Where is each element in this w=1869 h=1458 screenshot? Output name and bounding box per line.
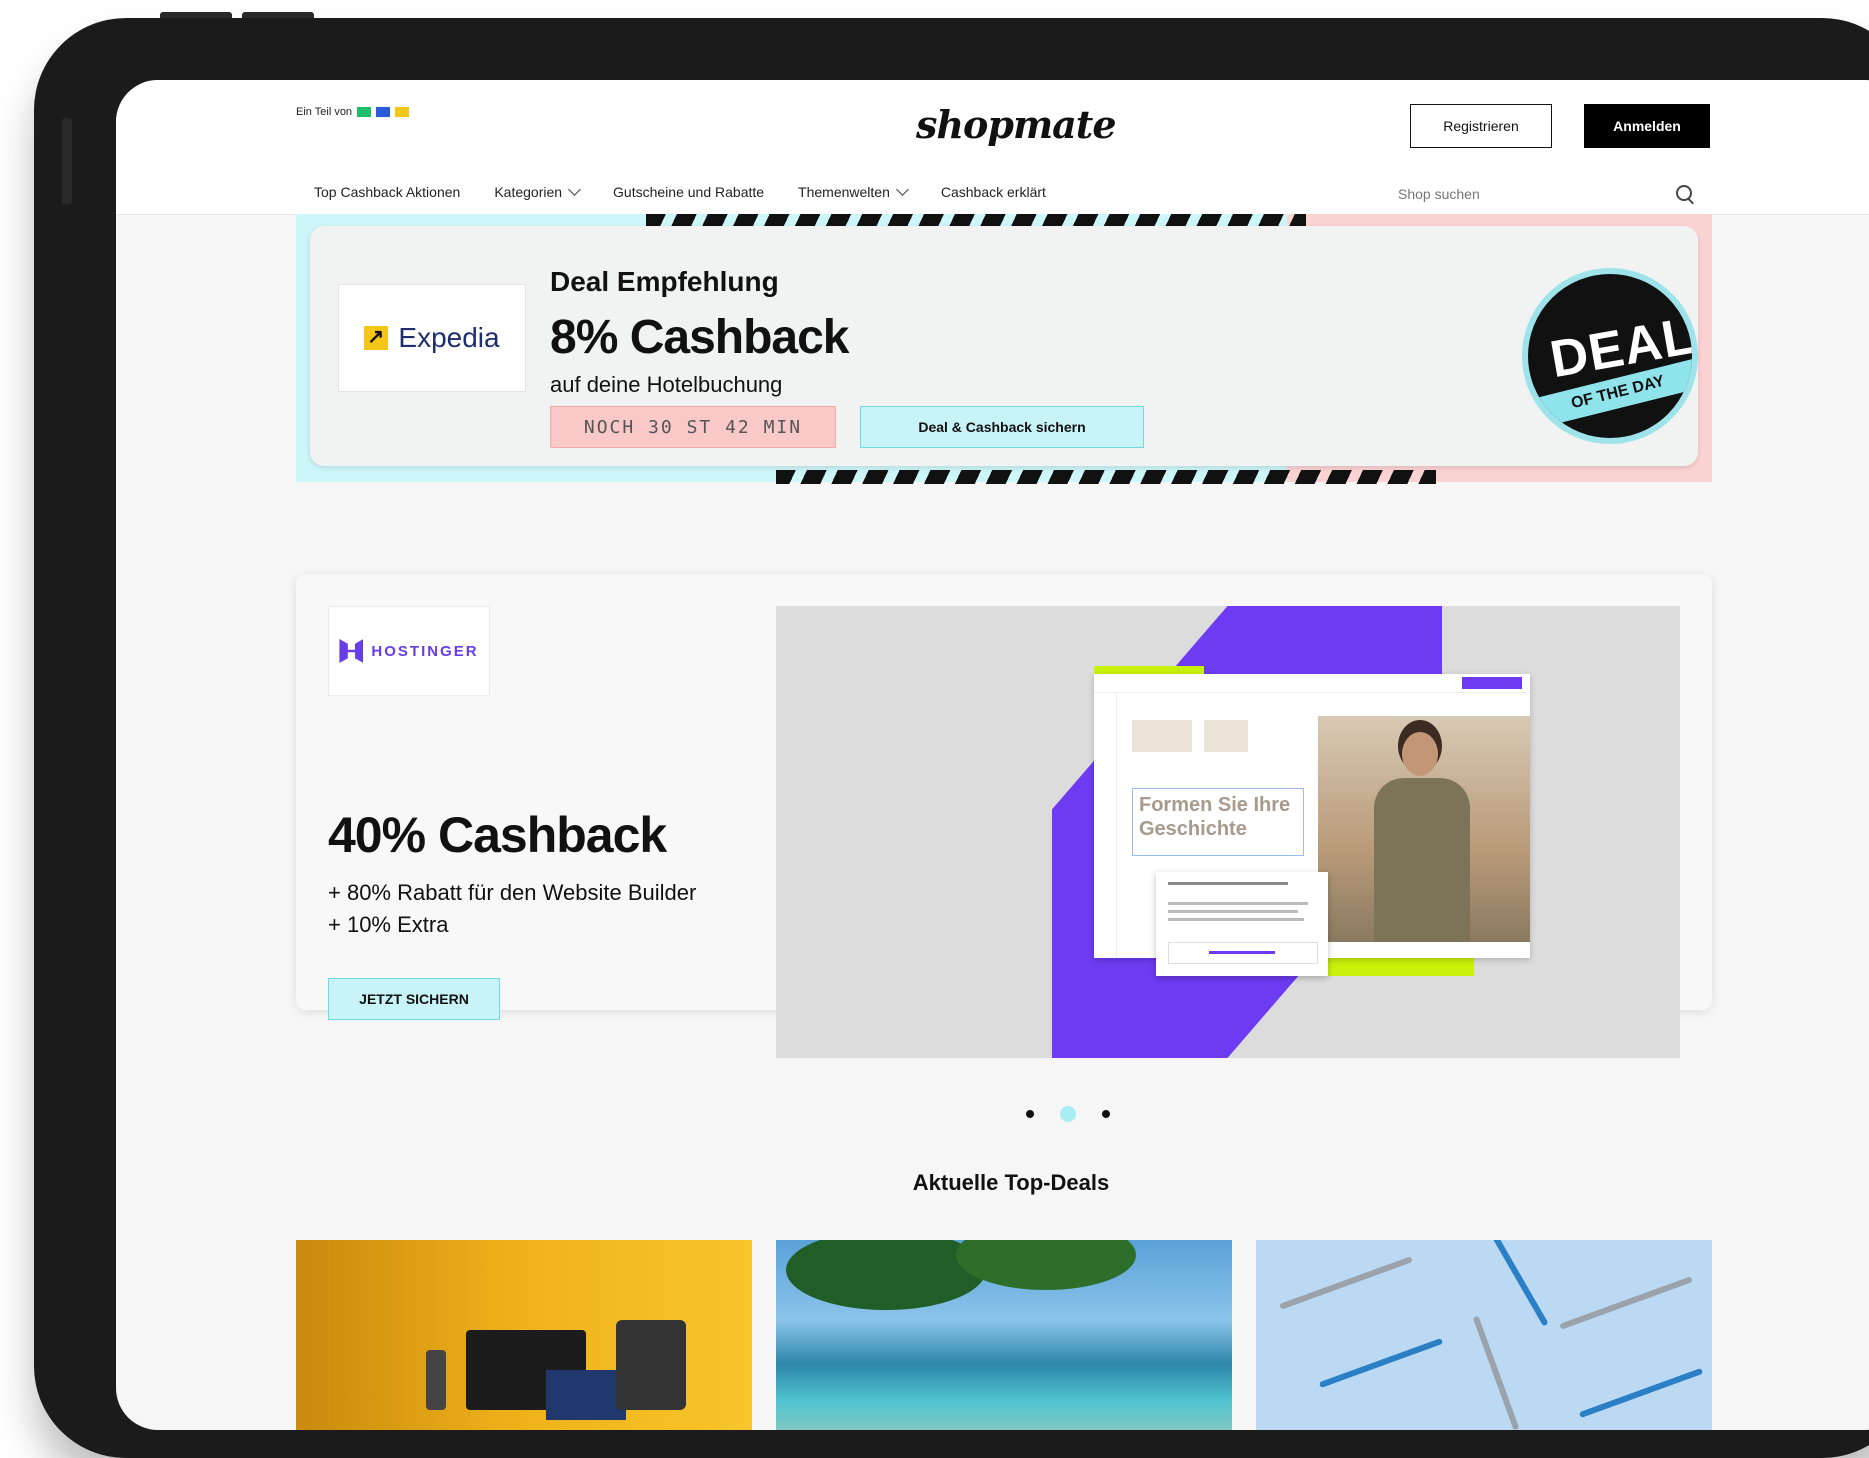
shopmate-logo[interactable]: shopmate <box>916 102 1116 147</box>
person-body <box>1374 778 1470 942</box>
partner-logo-icon <box>357 107 372 117</box>
nav-item-cashback-erklaert[interactable]: Cashback erklärt <box>941 184 1046 200</box>
vacuum-image <box>1279 1256 1413 1310</box>
phone-image <box>426 1350 446 1410</box>
nav-label: Gutscheine und Rabatte <box>613 184 765 200</box>
deal-tile-electronics[interactable] <box>296 1240 752 1430</box>
deal-tile-vacuums[interactable] <box>1256 1240 1712 1430</box>
deal-cashback-button[interactable]: Deal & Cashback sichern <box>860 406 1144 448</box>
chevron-down-icon <box>568 183 581 196</box>
top-deals-grid <box>296 1240 1712 1430</box>
popup-text-line <box>1168 902 1308 905</box>
nav-label: Themenwelten <box>798 184 890 200</box>
mockup-thumbnail <box>1132 720 1192 752</box>
main-nav: Top Cashback Aktionen Kategorien Gutsche… <box>314 183 1046 200</box>
deal-countdown: NOCH 30 ST 42 MIN <box>550 406 836 448</box>
mockup-toolbar <box>1094 674 1530 693</box>
jetzt-sichern-button[interactable]: JETZT SICHERN <box>328 978 500 1020</box>
partner-note: Ein Teil von <box>296 106 410 118</box>
nav-item-gutscheine[interactable]: Gutscheine und Rabatte <box>613 184 764 200</box>
mockup-sidebar <box>1094 692 1117 958</box>
popup-text-line <box>1168 882 1288 885</box>
hostinger-logo[interactable]: HOSTINGER <box>328 606 490 696</box>
hostinger-name: HOSTINGER <box>371 642 479 660</box>
partner-logo-icon <box>376 107 391 117</box>
nav-item-kategorien[interactable]: Kategorien <box>494 183 581 200</box>
hero-slide: HOSTINGER 40% Cashback + 80% Rabatt für … <box>296 574 1712 1058</box>
deal-card: Expedia Deal Empfehlung 8% Cashback auf … <box>310 226 1698 466</box>
slider-dot-active[interactable] <box>1060 1106 1076 1122</box>
side-button <box>62 118 72 204</box>
deal-subtitle: auf deine Hotelbuchung <box>550 372 783 397</box>
decorative-stripe <box>776 470 1436 484</box>
mockup-popup <box>1156 872 1328 976</box>
expedia-arrow-icon <box>364 324 389 350</box>
slider-dot[interactable] <box>1102 1110 1110 1118</box>
site-header: Ein Teil von shopmate Registrieren Anmel… <box>116 80 1869 215</box>
vacuum-image <box>1318 1337 1444 1389</box>
deal-headline: 8% Cashback <box>550 311 849 364</box>
mockup-publish-pill <box>1462 677 1522 689</box>
person-head <box>1402 732 1438 776</box>
nav-item-themenwelten[interactable]: Themenwelten <box>798 183 909 200</box>
nav-label: Kategorien <box>494 184 563 200</box>
vacuum-image <box>1578 1367 1704 1419</box>
vacuum-image <box>1483 1240 1549 1327</box>
hero-benefit: + 80% Rabatt für den Website Builder <box>328 880 697 905</box>
nav-item-top-cashback[interactable]: Top Cashback Aktionen <box>314 184 460 200</box>
hero-benefit: + 10% Extra <box>328 912 449 937</box>
mockup-photo <box>1318 716 1530 942</box>
top-deals-heading: Aktuelle Top-Deals <box>912 1170 1110 1195</box>
mockup-thumbnail <box>1204 720 1248 752</box>
slider-dot[interactable] <box>1026 1110 1034 1118</box>
popup-text-line <box>1168 910 1298 913</box>
deal-tile-travel[interactable] <box>776 1240 1232 1430</box>
partner-logo-icon <box>395 107 410 117</box>
popup-text-line <box>1168 918 1304 921</box>
search-input[interactable] <box>1396 185 1620 203</box>
deal-of-the-day-badge: DEAL OF THE DAY <box>1522 268 1698 444</box>
register-button[interactable]: Registrieren <box>1410 104 1552 148</box>
nav-label: Top Cashback Aktionen <box>314 184 461 200</box>
shop-search <box>1396 182 1696 206</box>
hostinger-h-icon <box>339 639 364 663</box>
tablet-image <box>616 1320 686 1410</box>
tree-image <box>956 1240 1136 1290</box>
deal-kicker: Deal Empfehlung <box>550 266 779 297</box>
tablet-frame: Ein Teil von shopmate Registrieren Anmel… <box>34 18 1869 1458</box>
popup-cta <box>1168 942 1318 964</box>
hero-image[interactable]: Formen Sie Ihre Geschichte <box>776 606 1680 1058</box>
box-image <box>546 1370 626 1420</box>
expedia-logo[interactable]: Expedia <box>338 284 526 392</box>
search-icon[interactable] <box>1674 183 1696 205</box>
partner-label: Ein Teil von <box>296 106 353 118</box>
chevron-down-icon <box>896 183 909 196</box>
vacuum-image <box>1472 1315 1520 1430</box>
deal-of-the-day-banner: Expedia Deal Empfehlung 8% Cashback auf … <box>296 214 1712 484</box>
login-button[interactable]: Anmelden <box>1584 104 1710 148</box>
screen: Ein Teil von shopmate Registrieren Anmel… <box>116 80 1869 1430</box>
expedia-name: Expedia <box>398 322 500 353</box>
vacuum-image <box>1559 1276 1693 1330</box>
hero-title: 40% Cashback <box>328 807 667 863</box>
nav-label: Cashback erklärt <box>940 184 1046 200</box>
mockup-heading: Formen Sie Ihre Geschichte <box>1132 788 1304 856</box>
slider-dots <box>1026 1106 1110 1122</box>
